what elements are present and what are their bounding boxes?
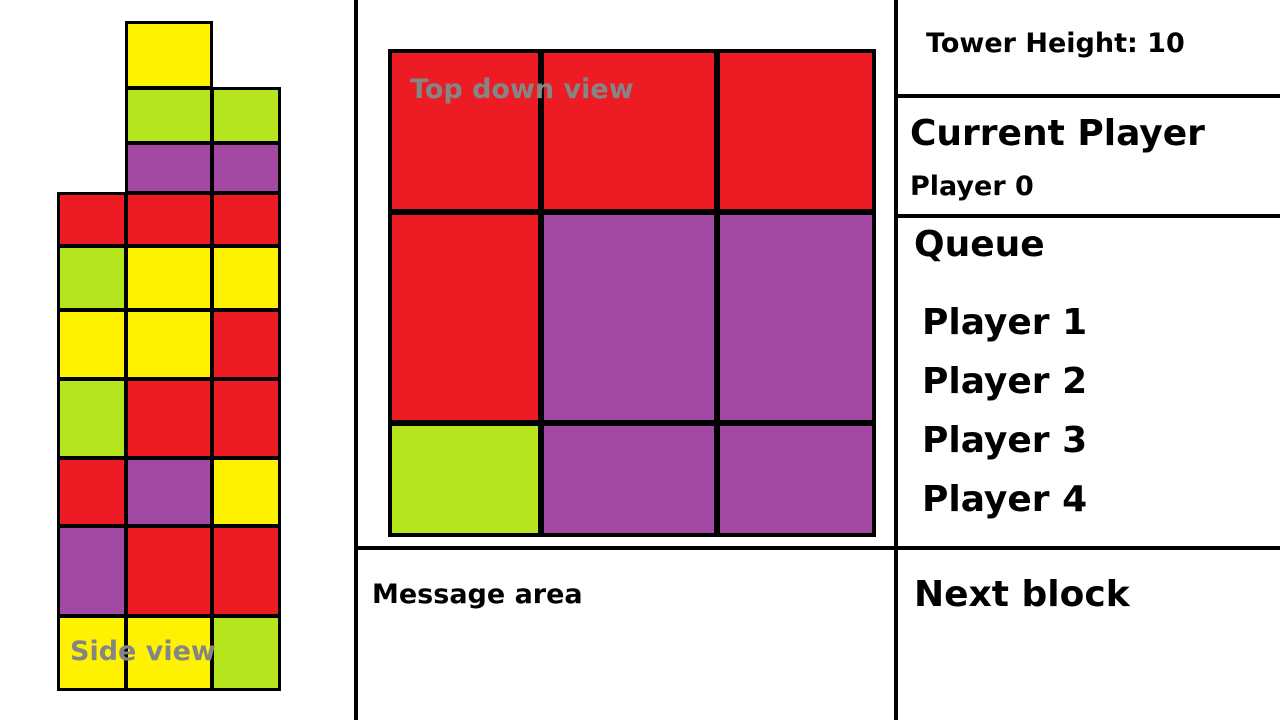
- top-view-block: [540, 422, 718, 537]
- side-view-label: Side view: [70, 636, 216, 667]
- side-view-block: [211, 615, 281, 691]
- queue-item-2: Player 2: [922, 361, 1088, 402]
- divider-left: [354, 0, 358, 720]
- queue-title: Queue: [914, 224, 1045, 265]
- side-view-block: [125, 457, 213, 527]
- side-view-block: [125, 192, 213, 247]
- divider-queue: [896, 546, 1280, 550]
- top-view-block: [388, 211, 542, 424]
- top-view-block: [716, 422, 876, 537]
- side-view-block: [125, 142, 213, 194]
- side-view-block: [57, 525, 127, 617]
- side-view-block: [57, 457, 127, 527]
- divider-current-player: [896, 214, 1280, 218]
- message-area-label: Message area: [372, 579, 583, 610]
- queue-item-3: Player 3: [922, 420, 1088, 461]
- side-view-block: [211, 192, 281, 247]
- side-view-block: [211, 525, 281, 617]
- side-view-block: [211, 87, 281, 144]
- side-view-block: [57, 378, 127, 459]
- side-view-block: [57, 245, 127, 311]
- side-view-block: [125, 245, 213, 311]
- side-view-block: [211, 378, 281, 459]
- side-view-block: [211, 457, 281, 527]
- side-view-block: [125, 378, 213, 459]
- side-view-block: [211, 245, 281, 311]
- divider-tower-height: [896, 94, 1280, 98]
- top-down-view-label: Top down view: [410, 74, 634, 105]
- top-view-block: [716, 49, 876, 213]
- side-view-block: [57, 309, 127, 380]
- divider-center-bottom: [356, 546, 896, 550]
- top-view-block: [716, 211, 876, 424]
- current-player-value: Player 0: [910, 171, 1034, 202]
- divider-right: [894, 0, 898, 720]
- queue-item-4: Player 4: [922, 479, 1088, 520]
- side-view-block: [125, 309, 213, 380]
- tower-height-text: Tower Height: 10: [926, 28, 1185, 59]
- side-view-block: [125, 21, 213, 89]
- top-view-block: [388, 422, 542, 537]
- side-view-block: [57, 192, 127, 247]
- queue-item-1: Player 1: [922, 302, 1088, 343]
- side-view-block: [211, 309, 281, 380]
- side-view-block: [125, 525, 213, 617]
- current-player-title: Current Player: [910, 113, 1205, 154]
- side-view-block: [125, 87, 213, 144]
- top-view-block: [540, 211, 718, 424]
- next-block-title: Next block: [914, 574, 1130, 615]
- side-view-block: [211, 142, 281, 194]
